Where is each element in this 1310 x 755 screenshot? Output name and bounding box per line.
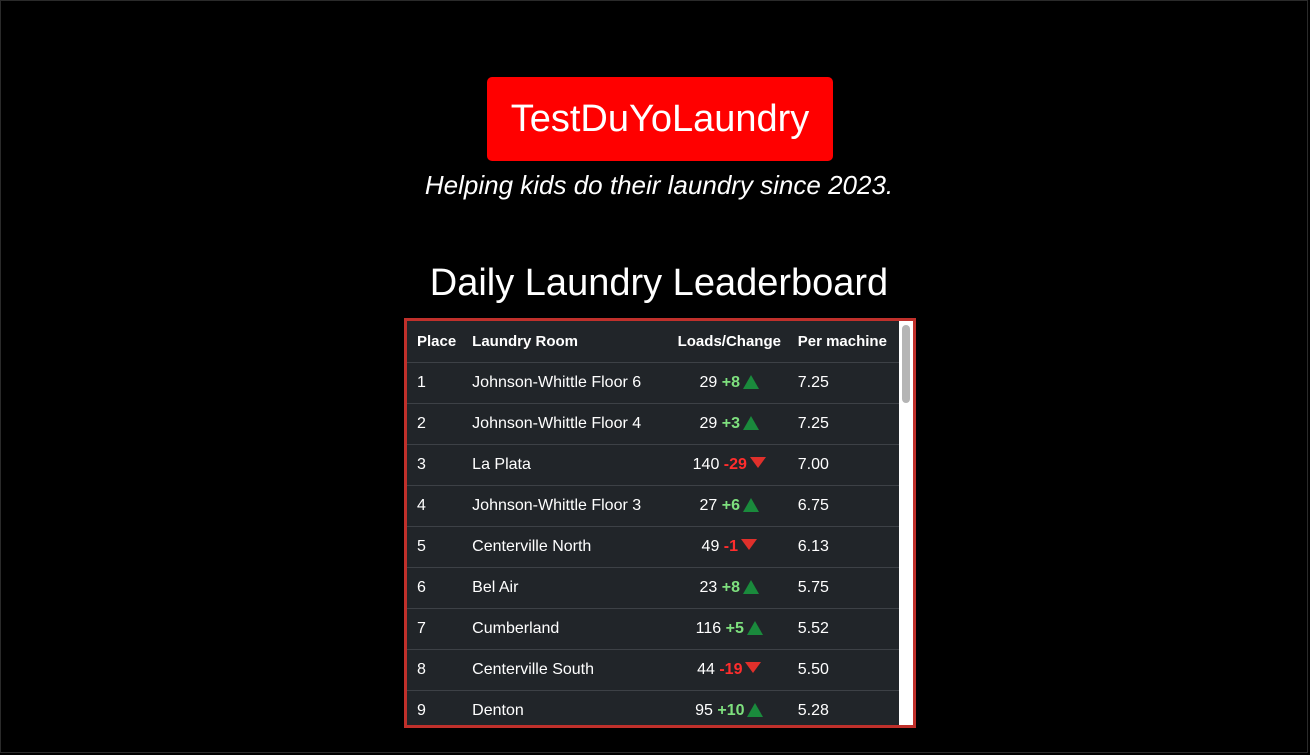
place-cell: 1: [407, 362, 463, 404]
laundry-room-cell: Bel Air: [462, 567, 663, 609]
laundry-room-cell: Centerville South: [462, 649, 663, 691]
triangle-down-icon: [741, 539, 758, 550]
place-cell: 4: [407, 485, 463, 527]
change-up-value: +6: [721, 497, 741, 514]
triangle-up-icon: [747, 703, 764, 717]
loads-change-cell: 116 +5: [662, 608, 788, 650]
table-row: 7 Cumberland 116 +5 5.52: [407, 608, 899, 650]
column-header-laundry-room: Laundry Room: [462, 321, 663, 363]
loads-value: 49: [701, 538, 720, 555]
triangle-down-icon: [749, 457, 766, 468]
change-up-value: +5: [725, 620, 744, 637]
triangle-down-icon: [745, 662, 762, 673]
loads-value: 29: [699, 374, 718, 391]
change-up-value: +8: [721, 579, 741, 596]
leaderboard-title: Daily Laundry Leaderboard: [429, 262, 889, 304]
place-cell: 6: [407, 567, 463, 609]
laundry-room-cell: Johnson-Whittle Floor 4: [462, 403, 663, 445]
place-cell: 3: [407, 444, 463, 486]
change-down-value: -19: [719, 661, 743, 678]
triangle-up-icon: [743, 375, 760, 389]
table-row: 9 Denton 95 +10 5.28: [407, 690, 899, 725]
change-up-value: +3: [721, 415, 741, 432]
leaderboard-scroll-area[interactable]: Place Laundry Room Loads/Change Per mach…: [407, 321, 899, 725]
loads-change-cell: 44 -19: [662, 649, 788, 691]
change-up-value: +8: [721, 374, 741, 391]
loads-change-cell: 27 +6: [662, 485, 788, 527]
table-row: 2 Johnson-Whittle Floor 4 29 +3 7.25: [407, 403, 899, 445]
table-row: 8 Centerville South 44 -19 5.50: [407, 649, 899, 691]
loads-value: 29: [699, 415, 718, 432]
loads-change-cell: 95 +10: [662, 690, 788, 725]
laundry-room-cell: Johnson-Whittle Floor 3: [462, 485, 663, 527]
loads-value: 116: [695, 620, 722, 637]
loads-value: 44: [697, 661, 715, 678]
column-header-per-machine: Per machine: [787, 321, 899, 363]
per-machine-cell: 6.13: [787, 526, 899, 568]
table-row: 3 La Plata 140 -29 7.00: [407, 444, 899, 486]
table-header-row: Place Laundry Room Loads/Change Per mach…: [407, 321, 899, 363]
column-header-loads-change: Loads/Change: [662, 321, 788, 363]
change-down-value: -1: [723, 538, 739, 555]
change-down-value: -29: [723, 456, 747, 473]
brand-logo-button[interactable]: TestDuYoLaundry: [487, 77, 833, 161]
triangle-up-icon: [746, 621, 763, 635]
loads-value: 140: [692, 456, 720, 473]
loads-change-cell: 49 -1: [662, 526, 788, 568]
leaderboard-table: Place Laundry Room Loads/Change Per mach…: [407, 321, 899, 725]
per-machine-cell: 7.25: [787, 362, 899, 404]
loads-value: 95: [695, 702, 713, 719]
place-cell: 7: [407, 608, 463, 650]
place-cell: 2: [407, 403, 463, 445]
laundry-room-cell: Denton: [462, 690, 663, 725]
loads-change-cell: 29 +8: [662, 362, 788, 404]
per-machine-cell: 7.00: [787, 444, 899, 486]
loads-value: 27: [699, 497, 718, 514]
scrollbar-thumb[interactable]: [902, 325, 910, 403]
triangle-up-icon: [743, 416, 760, 430]
loads-change-cell: 140 -29: [662, 444, 788, 486]
table-row: 6 Bel Air 23 +8 5.75: [407, 567, 899, 609]
table-row: 1 Johnson-Whittle Floor 6 29 +8 7.25: [407, 362, 899, 404]
laundry-room-cell: Cumberland: [462, 608, 663, 650]
loads-change-cell: 29 +3: [662, 403, 788, 445]
place-cell: 8: [407, 649, 463, 691]
change-up-value: +10: [717, 702, 745, 719]
vertical-scrollbar[interactable]: [899, 321, 913, 725]
loads-change-cell: 23 +8: [662, 567, 788, 609]
place-cell: 9: [407, 690, 463, 725]
laundry-room-cell: La Plata: [462, 444, 663, 486]
tagline: Helping kids do their laundry since 2023…: [424, 170, 894, 200]
per-machine-cell: 5.28: [787, 690, 899, 725]
per-machine-cell: 5.50: [787, 649, 899, 691]
triangle-up-icon: [743, 498, 760, 512]
column-header-place: Place: [407, 321, 463, 363]
per-machine-cell: 5.75: [787, 567, 899, 609]
table-row: 4 Johnson-Whittle Floor 3 27 +6 6.75: [407, 485, 899, 527]
place-cell: 5: [407, 526, 463, 568]
per-machine-cell: 5.52: [787, 608, 899, 650]
per-machine-cell: 6.75: [787, 485, 899, 527]
leaderboard-panel[interactable]: Place Laundry Room Loads/Change Per mach…: [404, 318, 916, 728]
loads-value: 23: [699, 579, 718, 596]
triangle-up-icon: [743, 580, 760, 594]
per-machine-cell: 7.25: [787, 403, 899, 445]
laundry-room-cell: Centerville North: [462, 526, 663, 568]
table-row: 5 Centerville North 49 -1 6.13: [407, 526, 899, 568]
laundry-room-cell: Johnson-Whittle Floor 6: [462, 362, 663, 404]
